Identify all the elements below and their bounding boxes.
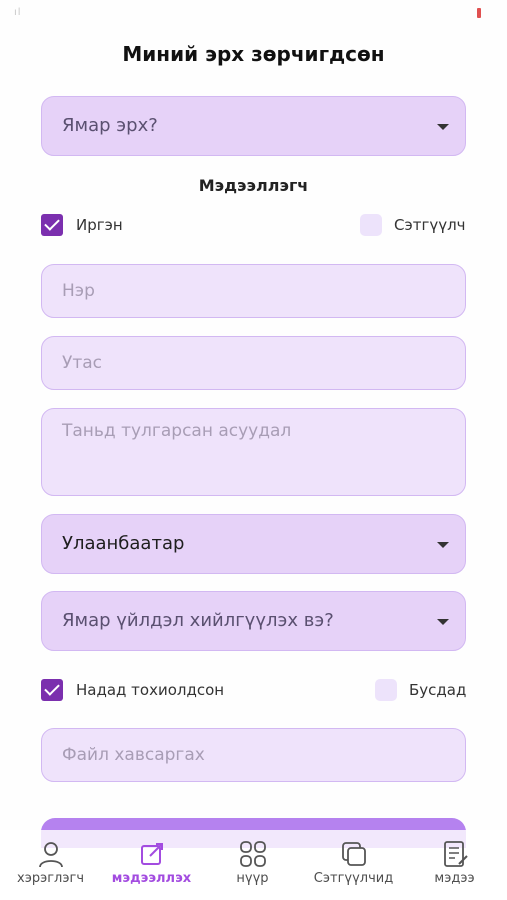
nav-label-home: нүүр bbox=[236, 871, 269, 886]
chevron-down-icon bbox=[437, 124, 449, 130]
file-attach-field[interactable]: Файл хавсаргах bbox=[41, 728, 466, 782]
action-select[interactable]: Ямар үйлдэл хийлгүүлэх вэ? bbox=[41, 591, 466, 651]
right-type-placeholder: Ямар эрх? bbox=[62, 115, 158, 136]
nav-label-report: мэдээллэх bbox=[111, 871, 192, 886]
problem-placeholder: Таньд тулгарсан асуудал bbox=[62, 421, 292, 441]
copy-icon bbox=[341, 842, 366, 866]
citizen-label: Иргэн bbox=[76, 216, 123, 234]
nav-label-news: мэдээ bbox=[434, 871, 475, 886]
others-checkbox[interactable] bbox=[375, 679, 397, 701]
grid-icon bbox=[239, 841, 266, 867]
happened-to-me-checkbox[interactable] bbox=[41, 679, 63, 701]
reporter-options: Иргэн Сэтгүүлч bbox=[41, 214, 466, 238]
edit-icon bbox=[140, 843, 163, 865]
nav-item-news[interactable]: мэдээ bbox=[404, 840, 505, 886]
status-bar: ıl bbox=[0, 0, 507, 28]
nav-item-journalists[interactable]: Сэтгүүлчид bbox=[303, 840, 404, 886]
battery-icon bbox=[477, 8, 481, 18]
nav-item-home[interactable]: нүүр bbox=[202, 840, 303, 886]
happened-to-me-label: Надад тохиолдсон bbox=[76, 681, 225, 699]
city-select[interactable]: Улаанбаатар bbox=[41, 514, 466, 574]
report-screen: ıl Миний эрх зөрчигдсөн Ямар эрх? Мэдээл… bbox=[0, 0, 507, 900]
journalist-label: Сэтгүүлч bbox=[394, 216, 466, 234]
reporter-label: Мэдээллэгч bbox=[198, 176, 309, 195]
nav-item-report[interactable]: мэдээллэх bbox=[101, 840, 202, 886]
bottom-nav: хэрэглэгч мэдээллэх нүүр Сэтгүүлчид мэдэ… bbox=[0, 830, 507, 900]
phone-placeholder: Утас bbox=[62, 353, 103, 373]
news-icon bbox=[443, 841, 468, 867]
journalist-checkbox[interactable] bbox=[360, 214, 382, 236]
citizen-checkbox[interactable] bbox=[41, 214, 63, 236]
name-field[interactable]: Нэр bbox=[41, 264, 466, 318]
file-placeholder: Файл хавсаргах bbox=[62, 745, 205, 765]
chevron-down-icon bbox=[437, 619, 449, 625]
page-title: Миний эрх зөрчигдсөн bbox=[122, 42, 385, 66]
action-placeholder: Ямар үйлдэл хийлгүүлэх вэ? bbox=[62, 610, 334, 631]
city-value: Улаанбаатар bbox=[62, 533, 185, 554]
name-placeholder: Нэр bbox=[62, 281, 95, 301]
others-label: Бусдад bbox=[409, 681, 467, 699]
chevron-down-icon bbox=[437, 542, 449, 548]
phone-field[interactable]: Утас bbox=[41, 336, 466, 390]
nav-label-journalists: Сэтгүүлчид bbox=[313, 871, 394, 886]
nav-item-user[interactable]: хэрэглэгч bbox=[0, 840, 101, 886]
signal-icon: ıl bbox=[14, 7, 22, 18]
nav-label-user: хэрэглэгч bbox=[17, 871, 84, 886]
problem-textarea[interactable]: Таньд тулгарсан асуудал bbox=[41, 408, 466, 496]
user-icon bbox=[38, 842, 63, 868]
affected-options: Надад тохиолдсон Бусдад bbox=[41, 679, 466, 703]
right-type-select[interactable]: Ямар эрх? bbox=[41, 96, 466, 156]
